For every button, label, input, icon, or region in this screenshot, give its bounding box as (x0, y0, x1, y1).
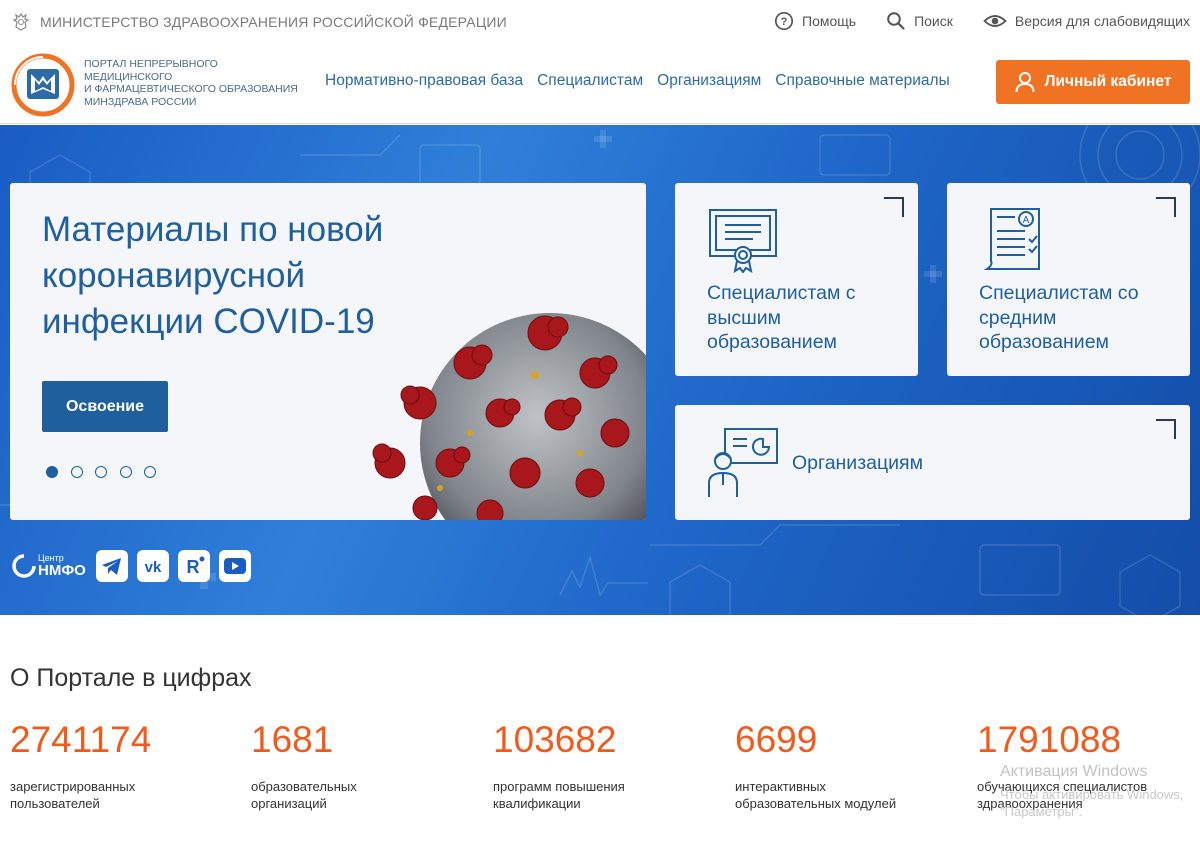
stat-value: 2741174 (10, 719, 152, 760)
youtube-icon[interactable] (218, 550, 251, 582)
card-organizations-title: Организациям (792, 452, 924, 474)
diploma-icon (709, 209, 777, 273)
stat-value: 6699 (735, 719, 818, 760)
card-secondary-education-title: Специалистам со средним образованием (979, 282, 1139, 353)
search-label: Поиск (914, 13, 953, 29)
search-icon (887, 12, 905, 30)
main-header: ПОРТАЛ НЕПРЕРЫВНОГО МЕДИЦИНСКОГО И ФАРМА… (0, 44, 1200, 124)
accessibility-link[interactable]: Версия для слабовидящих (983, 12, 1190, 30)
card-higher-education[interactable]: Специалистам с высшим образованием (675, 183, 918, 376)
portal-name-line: И ФАРМАЦЕВТИЧЕСКОГО ОБРАЗОВАНИЯ (84, 83, 298, 95)
nav-specialists[interactable]: Специалистам (537, 72, 643, 90)
card-secondary-education[interactable]: A Специалистам со средним образованием (947, 183, 1190, 376)
social-links: Центр НМФО vk R (10, 550, 260, 582)
personal-cabinet-label: Личный кабинет (1044, 73, 1172, 90)
stat-label: образовательных организаций (251, 779, 357, 811)
card-higher-education-title: Специалистам с высшим образованием (707, 282, 856, 353)
slider-dot[interactable] (144, 466, 156, 478)
vk-icon[interactable]: vk (136, 550, 169, 582)
nmfo-center-label: НМФО (38, 562, 86, 579)
stats-section-title: О Портале в цифрах (10, 664, 252, 692)
svg-text:R: R (186, 557, 199, 577)
svg-text:vk: vk (144, 559, 161, 576)
slider-pagination (46, 466, 169, 478)
portal-name-line: МИНЗДРАВА РОССИИ (84, 95, 197, 108)
card-organizations[interactable]: Организациям (675, 405, 1190, 520)
stat-training-programs: 103682 программ повышения квалификации (493, 718, 723, 812)
search-link[interactable]: Поиск (886, 11, 953, 31)
portal-name: ПОРТАЛ НЕПРЕРЫВНОГО МЕДИЦИНСКОГО И ФАРМА… (84, 58, 298, 108)
stat-value: 1791088 (977, 719, 1122, 760)
nav-organizations[interactable]: Организациям (657, 72, 761, 90)
hero-slide[interactable]: Материалы по новой коронавирусной инфекц… (10, 183, 646, 520)
russian-emblem-icon (12, 12, 30, 31)
hero-banner: Материалы по новой коронавирусной инфекц… (0, 125, 1200, 615)
slider-dot[interactable] (95, 466, 107, 478)
svg-text:A: A (1023, 215, 1030, 226)
windows-activation-watermark: Активация Windows (1000, 763, 1148, 780)
stat-label: программ повышения квалификации (493, 779, 625, 811)
personal-cabinet-button[interactable]: Личный кабинет (996, 60, 1190, 104)
stat-value: 103682 (493, 719, 617, 760)
slider-dot[interactable] (70, 466, 83, 478)
presenter-icon (708, 428, 778, 497)
windows-activation-subtitle: Чтобы активировать Windows, "Параметры". (1000, 787, 1184, 819)
slide-action-button[interactable]: Освоение (42, 381, 168, 432)
document-checklist-icon: A (983, 208, 1040, 270)
main-nav: Нормативно-правовая база Специалистам Ор… (325, 72, 964, 90)
telegram-icon[interactable] (95, 550, 128, 582)
ministry-name: МИНИСТЕРСТВО ЗДРАВООХРАНЕНИЯ РОССИЙСКОЙ … (40, 14, 507, 30)
stat-educational-organizations: 1681 образовательных организаций (251, 718, 481, 812)
stat-label: зарегистрированных пользователей (10, 779, 136, 811)
ministry-block[interactable]: МИНИСТЕРСТВО ЗДРАВООХРАНЕНИЯ РОССИЙСКОЙ … (10, 11, 507, 33)
card-corner-mark (1156, 419, 1176, 439)
stat-label: интерактивных образовательных модулей (735, 779, 897, 811)
user-icon (1015, 72, 1035, 93)
slider-dot[interactable] (46, 466, 58, 478)
nav-reference-materials[interactable]: Справочные материалы (775, 72, 949, 90)
slider-dot[interactable] (119, 466, 132, 478)
help-label: Помощь (802, 13, 857, 29)
stat-interactive-modules: 6699 интерактивных образовательных модул… (735, 718, 965, 812)
stat-value: 1681 (251, 719, 334, 760)
coronavirus-illustration (372, 313, 646, 520)
rutube-icon[interactable]: R (177, 550, 210, 582)
card-corner-mark (884, 197, 904, 217)
stat-registered-users: 2741174 зарегистрированных пользователей (10, 718, 240, 812)
portal-name-line: МЕДИЦИНСКОГО (84, 70, 173, 83)
eye-icon (983, 15, 1007, 27)
portal-name-line: ПОРТАЛ НЕПРЕРЫВНОГО (84, 58, 218, 70)
accessibility-label: Версия для слабовидящих (1014, 13, 1190, 29)
top-utility-bar: МИНИСТЕРСТВО ЗДРАВООХРАНЕНИЯ РОССИЙСКОЙ … (0, 0, 1200, 44)
nmfo-ring-icon (12, 554, 36, 578)
help-link[interactable]: ? Помощь (774, 11, 856, 31)
nmfo-center-link[interactable]: Центр НМФО (10, 552, 86, 580)
nav-legal-base[interactable]: Нормативно-правовая база (325, 72, 523, 90)
card-corner-mark (1156, 197, 1176, 217)
svg-text:?: ? (781, 16, 788, 28)
help-icon: ? (774, 11, 794, 31)
nmfo-logo-icon[interactable] (10, 52, 76, 118)
